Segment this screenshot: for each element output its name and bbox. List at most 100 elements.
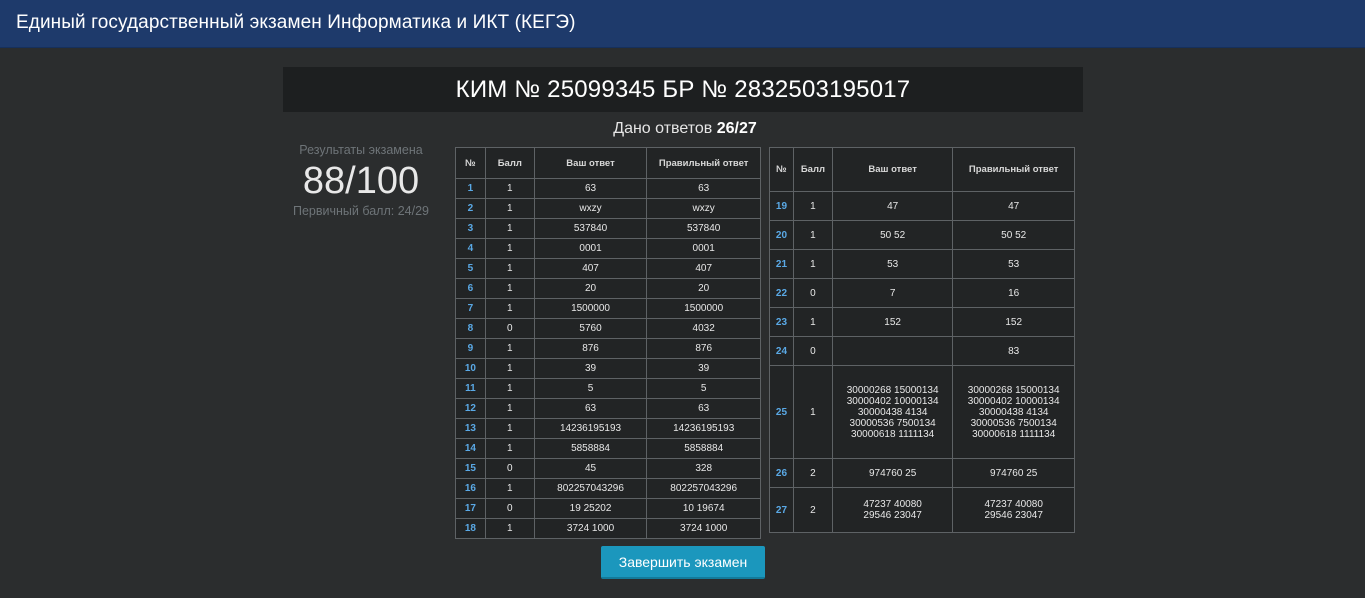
question-number: 7 bbox=[455, 298, 486, 319]
your-answer: 63 bbox=[533, 398, 648, 419]
table-row: 21 1 53 53 bbox=[769, 249, 1075, 279]
row-score: 1 bbox=[484, 198, 535, 219]
correct-answer: wxzy bbox=[646, 198, 761, 219]
table-row: 18 1 3724 1000 3724 1000 bbox=[455, 518, 761, 539]
row-score: 1 bbox=[484, 218, 535, 239]
table-row: 8 0 5760 4032 bbox=[455, 318, 761, 339]
question-number: 13 bbox=[455, 418, 486, 439]
row-score: 1 bbox=[484, 398, 535, 419]
question-number: 6 bbox=[455, 278, 486, 299]
row-score: 1 bbox=[792, 249, 833, 279]
table-row: 13 1 14236195193 14236195193 bbox=[455, 418, 761, 439]
row-score: 1 bbox=[484, 258, 535, 279]
table-row: 7 1 1500000 1500000 bbox=[455, 298, 761, 319]
your-answer: 7 bbox=[831, 278, 954, 308]
table-row: 6 1 20 20 bbox=[455, 278, 761, 299]
answered-count: Дано ответов 26/27 bbox=[455, 120, 915, 138]
table-row: 10 1 39 39 bbox=[455, 358, 761, 379]
correct-answer: 53 bbox=[952, 249, 1075, 279]
page-title: Единый государственный экзамен Информати… bbox=[16, 12, 576, 33]
question-number: 21 bbox=[769, 249, 794, 279]
question-number: 27 bbox=[769, 487, 794, 533]
kim-banner: КИМ № 25099345 БР № 2832503195017 bbox=[283, 67, 1083, 112]
correct-answer: 10 19674 bbox=[646, 498, 761, 519]
table-row: 25 1 30000268 15000134 30000402 10000134 3… bbox=[769, 365, 1075, 459]
correct-answer: 83 bbox=[952, 336, 1075, 366]
table-row: 15 0 45 328 bbox=[455, 458, 761, 479]
correct-answer: 30000268 15000134 30000402 10000134 3000… bbox=[952, 365, 1075, 459]
correct-answer: 14236195193 bbox=[646, 418, 761, 439]
question-number: 25 bbox=[769, 365, 794, 459]
correct-answer: 3724 1000 bbox=[646, 518, 761, 539]
correct-answer: 4032 bbox=[646, 318, 761, 339]
results-label: Результаты экзамена bbox=[299, 143, 423, 157]
your-answer: 5858884 bbox=[533, 438, 648, 459]
correct-answer: 152 bbox=[952, 307, 1075, 337]
table-row: 16 1 802257043296 802257043296 bbox=[455, 478, 761, 499]
row-score: 1 bbox=[792, 220, 833, 250]
question-number: 24 bbox=[769, 336, 794, 366]
row-score: 2 bbox=[792, 458, 833, 488]
correct-answer: 328 bbox=[646, 458, 761, 479]
answered-value: 26/27 bbox=[716, 120, 757, 137]
question-number: 11 bbox=[455, 378, 486, 399]
table-row: 9 1 876 876 bbox=[455, 338, 761, 359]
results-panel: Результаты экзамена 88/100 Первичный бал… bbox=[283, 143, 439, 218]
table-row: 5 1 407 407 bbox=[455, 258, 761, 279]
row-score: 1 bbox=[484, 378, 535, 399]
your-answer: 20 bbox=[533, 278, 648, 299]
correct-answer: 1500000 bbox=[646, 298, 761, 319]
row-score: 0 bbox=[484, 458, 535, 479]
finish-exam-button[interactable]: Завершить экзамен bbox=[601, 546, 765, 579]
question-number: 12 bbox=[455, 398, 486, 419]
your-answer bbox=[831, 336, 954, 366]
header-your-answer: Ваш ответ bbox=[533, 147, 648, 179]
question-number: 26 bbox=[769, 458, 794, 488]
row-score: 1 bbox=[484, 478, 535, 499]
row-score: 0 bbox=[792, 336, 833, 366]
question-number: 14 bbox=[455, 438, 486, 459]
top-bar: Единый государственный экзамен Информати… bbox=[0, 0, 1365, 48]
table-header-row: № Балл Ваш ответ Правильный ответ bbox=[455, 147, 761, 179]
correct-answer: 63 bbox=[646, 178, 761, 199]
header-num: № bbox=[769, 147, 794, 192]
question-number: 15 bbox=[455, 458, 486, 479]
question-number: 16 bbox=[455, 478, 486, 499]
answers-table-right: № Балл Ваш ответ Правильный ответ 19 1 47 4… bbox=[769, 147, 1075, 533]
header-score: Балл bbox=[484, 147, 535, 179]
question-number: 1 bbox=[455, 178, 486, 199]
question-number: 20 bbox=[769, 220, 794, 250]
table-row: 4 1 0001 0001 bbox=[455, 238, 761, 259]
correct-answer: 47 bbox=[952, 191, 1075, 221]
your-answer: 876 bbox=[533, 338, 648, 359]
table-header-row: № Балл Ваш ответ Правильный ответ bbox=[769, 147, 1075, 192]
your-answer: 537840 bbox=[533, 218, 648, 239]
table-row: 19 1 47 47 bbox=[769, 191, 1075, 221]
answers-table-left: № Балл Ваш ответ Правильный ответ 1 1 63 63… bbox=[455, 147, 761, 539]
row-score: 1 bbox=[792, 365, 833, 459]
row-score: 0 bbox=[484, 318, 535, 339]
your-answer: 50 52 bbox=[831, 220, 954, 250]
table-row: 27 2 47237 40080 29546 23047 47237 40080 29… bbox=[769, 487, 1075, 533]
row-score: 1 bbox=[484, 278, 535, 299]
your-answer: 30000268 15000134 30000402 10000134 3000… bbox=[831, 365, 954, 459]
correct-answer: 537840 bbox=[646, 218, 761, 239]
your-answer: 802257043296 bbox=[533, 478, 648, 499]
header-score: Балл bbox=[792, 147, 833, 192]
your-answer: 45 bbox=[533, 458, 648, 479]
table-row: 3 1 537840 537840 bbox=[455, 218, 761, 239]
row-score: 0 bbox=[484, 498, 535, 519]
correct-answer: 0001 bbox=[646, 238, 761, 259]
question-number: 18 bbox=[455, 518, 486, 539]
your-answer: 19 25202 bbox=[533, 498, 648, 519]
table-row: 12 1 63 63 bbox=[455, 398, 761, 419]
question-number: 17 bbox=[455, 498, 486, 519]
question-number: 8 bbox=[455, 318, 486, 339]
header-correct-answer: Правильный ответ bbox=[952, 147, 1075, 192]
row-score: 1 bbox=[484, 358, 535, 379]
your-answer: 5 bbox=[533, 378, 648, 399]
row-score: 1 bbox=[792, 307, 833, 337]
question-number: 5 bbox=[455, 258, 486, 279]
your-answer: 47 bbox=[831, 191, 954, 221]
your-answer: 39 bbox=[533, 358, 648, 379]
